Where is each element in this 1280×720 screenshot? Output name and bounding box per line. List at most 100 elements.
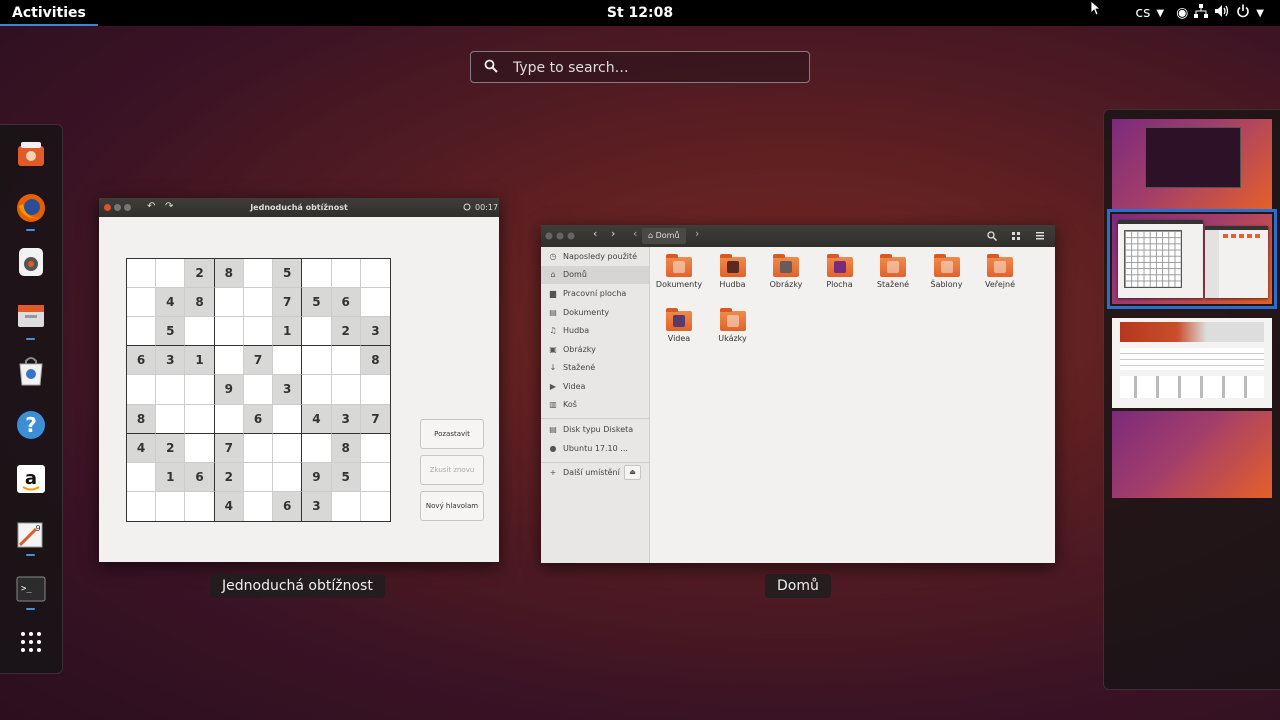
sidebar-item-downloads[interactable]: ↓ Stažené [541,359,649,377]
workspace-2[interactable] [1107,209,1277,309]
new-puzzle-button[interactable]: Nový hlavolam [420,491,484,521]
network-icon[interactable] [1194,4,1209,22]
sudoku-cell[interactable] [360,288,390,318]
search-icon[interactable] [987,231,997,241]
sudoku-cell[interactable]: 7 [273,288,303,318]
help-icon[interactable]: ? [12,406,50,444]
sudoku-cell[interactable] [243,288,274,318]
sudoku-cell[interactable] [302,259,332,289]
sudoku-cell[interactable]: 6 [331,288,361,318]
sudoku-cell[interactable] [156,404,186,434]
amazon-icon[interactable]: a [12,460,50,498]
sudoku-cell[interactable]: 7 [243,346,274,376]
sidebar-item-trash[interactable]: ▥ Koš [541,396,649,414]
sudoku-cell[interactable]: 5 [331,462,361,492]
sudoku-cell[interactable]: 4 [214,491,244,521]
window-controls[interactable] [544,231,578,241]
software-icon[interactable] [12,352,50,390]
workspace-1[interactable] [1112,119,1272,209]
sudoku-cell[interactable]: 7 [214,433,244,463]
sudoku-cell[interactable] [243,375,274,405]
sidebar-item-music[interactable]: ♫ Hudba [541,322,649,340]
workspace-4[interactable] [1112,411,1272,498]
sudoku-cell[interactable] [156,259,186,289]
sudoku-cell[interactable] [360,259,390,289]
sudoku-cell[interactable]: 5 [273,259,303,289]
sudoku-cell[interactable] [243,317,274,347]
sidebar-item-desktop[interactable]: ▆ Pracovní plocha [541,285,649,303]
sudoku-cell[interactable]: 2 [214,462,244,492]
rhythmbox-icon[interactable] [12,243,50,281]
activities-button[interactable]: Activities [0,0,98,26]
sudoku-cell[interactable] [360,463,390,492]
sudoku-cell[interactable] [273,404,303,434]
sidebar-item-floppy[interactable]: ▤ Disk typu Disketa [541,421,649,439]
sudoku-cell[interactable]: 8 [185,288,215,318]
show-applications-icon[interactable] [12,623,50,661]
accessibility-icon[interactable]: ◉ [1176,5,1188,21]
sudoku-cell[interactable]: 8 [360,346,390,376]
sudoku-cell[interactable] [127,317,157,347]
sudoku-cell[interactable] [185,404,215,434]
sudoku-cell[interactable] [273,462,303,492]
sudoku-cell[interactable]: 1 [273,317,303,347]
clock[interactable]: St 12:08 [600,0,680,26]
sudoku-cell[interactable] [302,346,332,376]
sudoku-cell[interactable] [273,346,303,376]
sudoku-cell[interactable] [185,317,215,347]
pause-button[interactable]: Pozastavit [420,419,484,449]
sudoku-cell[interactable]: 8 [214,259,244,289]
sudoku-window[interactable]: ↶ ↷ Jednoduchá obtížnost 00:17 285487565… [99,198,499,562]
sudoku-cell[interactable]: 2 [331,317,361,347]
sudoku-cell[interactable] [185,375,215,405]
path-home-button[interactable]: ⌂ Domů [642,228,686,244]
input-source-indicator[interactable]: cs [1135,5,1150,21]
folder-item[interactable]: Šablony [923,254,971,289]
sudoku-cell[interactable]: 1 [185,346,215,376]
files-window[interactable]: ‹ › ‹ ⌂ Domů › ◷ Naposledy použité ⌂ Domů ▆ P… [541,225,1055,563]
sudoku-cell[interactable]: 4 [156,288,186,318]
sudoku-cell[interactable] [214,317,244,347]
sudoku-cell[interactable] [214,288,244,318]
folder-item[interactable]: Veřejné [976,254,1024,289]
sudoku-cell[interactable] [243,433,274,463]
sudoku-cell[interactable]: 3 [331,404,361,434]
sudoku-cell[interactable] [302,375,332,405]
sudoku-cell[interactable]: 6 [243,404,274,434]
retry-button[interactable]: Zkusit znovu [420,455,484,485]
workspace-3[interactable] [1112,318,1272,408]
sudoku-cell[interactable] [360,434,390,463]
sudoku-cell[interactable] [214,404,244,434]
sudoku-cell[interactable] [331,346,361,376]
sudoku-icon[interactable]: 9 [12,515,50,553]
sudoku-cell[interactable]: 6 [185,462,215,492]
sidebar-item-pictures[interactable]: ▣ Obrázky [541,341,649,359]
sudoku-cell[interactable] [331,375,361,405]
sudoku-cell[interactable]: 3 [360,317,390,347]
sudoku-cell[interactable] [127,375,157,405]
sudoku-cell[interactable] [332,491,361,521]
folder-item[interactable]: Videa [655,308,703,343]
sudoku-cell[interactable]: 8 [127,404,157,434]
sudoku-cell[interactable]: 1 [156,462,186,492]
sudoku-cell[interactable] [185,491,215,521]
sudoku-cell[interactable]: 4 [127,433,157,463]
sudoku-cell[interactable] [185,433,215,463]
power-icon[interactable] [1236,4,1250,22]
sidebar-item-home[interactable]: ⌂ Domů [541,266,649,284]
sudoku-cell[interactable] [243,259,274,289]
folder-item[interactable]: Obrázky [762,254,810,289]
sudoku-cell[interactable]: 4 [302,404,332,434]
sudoku-cell[interactable]: 6 [127,346,157,376]
sudoku-cell[interactable] [331,259,361,289]
sudoku-cell[interactable] [273,433,303,463]
sidebar-item-videos[interactable]: ▶ Videa [541,378,649,396]
sudoku-cell[interactable]: 3 [302,491,332,521]
software-center-icon[interactable] [12,135,50,173]
files-icon[interactable] [12,297,50,335]
sudoku-cell[interactable] [302,317,332,347]
sudoku-cell[interactable]: 7 [360,404,390,434]
sidebar-item-documents[interactable]: ▤ Dokumenty [541,304,649,322]
path-left-icon[interactable]: ‹ [633,227,637,240]
sudoku-cell[interactable] [156,491,186,521]
